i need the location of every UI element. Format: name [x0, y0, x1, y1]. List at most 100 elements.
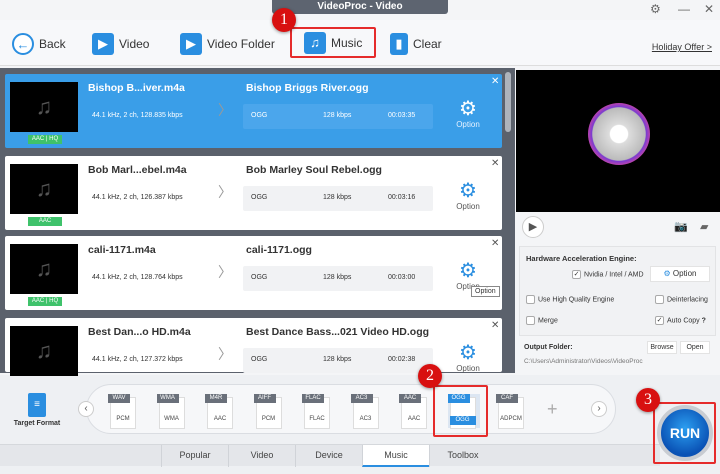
output-details: OGG 128 kbps 00:03:16: [243, 186, 433, 211]
close-button[interactable]: ✕: [704, 2, 714, 16]
remove-item-icon[interactable]: ✕: [491, 158, 499, 169]
target-format-label: Target Format: [13, 420, 61, 427]
tab-music[interactable]: Music: [362, 445, 429, 467]
format-highlight: [433, 385, 488, 437]
high-quality-engine-checkbox[interactable]: Use High Quality Engine: [526, 295, 614, 304]
carousel-prev-button[interactable]: ‹: [78, 401, 94, 417]
checkbox-icon: [655, 295, 664, 304]
file-list-item[interactable]: ♫ AAC | HQ Bishop B...iver.m4a 44.1 kHz, 2 …: [5, 74, 502, 148]
add-video-folder-button[interactable]: ▶ Video Folder: [180, 32, 275, 56]
toolbar: ← Back ▶ Video ▶ Video Folder ♫ Music ▮ Clear: [0, 20, 720, 66]
source-info: 44.1 kHz, 2 ch, 127.372 kbps: [92, 356, 183, 363]
format-tag: CAF: [496, 394, 518, 403]
format-aac[interactable]: AAC AAC: [399, 394, 431, 429]
checkbox-icon: [526, 295, 535, 304]
play-button[interactable]: ▶: [522, 216, 544, 238]
file-list-item[interactable]: ♫ AAC | HQ cali-1171.m4a 44.1 kHz, 2 ch, 12…: [5, 236, 502, 310]
help-icon[interactable]: ?: [702, 317, 706, 324]
add-music-button[interactable]: ♫ Music: [290, 27, 376, 58]
tab-popular[interactable]: Popular: [161, 445, 228, 467]
music-thumbnail-icon: ♫: [10, 244, 78, 294]
video-label: Video: [119, 37, 150, 51]
holiday-offer-link[interactable]: Holiday Offer >: [652, 42, 712, 52]
merge-checkbox[interactable]: Merge: [526, 316, 558, 325]
format-caf[interactable]: CAF ADPCM: [496, 394, 528, 429]
remove-item-icon[interactable]: ✕: [491, 76, 499, 87]
trash-icon: ▮: [390, 33, 408, 55]
file-list-item[interactable]: ♫ AAC Bob Marl...ebel.m4a 44.1 kHz, 2 ch, 1…: [5, 156, 502, 230]
format-tag: FLAC: [302, 394, 324, 403]
deinterlacing-label: Deinterlacing: [667, 296, 708, 304]
format-codec: AC3: [359, 416, 372, 422]
duration: 00:03:16: [388, 194, 416, 201]
format-codec: FLAC: [309, 416, 325, 422]
duration: 00:03:35: [388, 112, 416, 119]
clear-label: Clear: [413, 37, 442, 51]
remove-item-icon[interactable]: ✕: [491, 238, 499, 249]
add-video-button[interactable]: ▶ Video: [92, 32, 149, 56]
codec: OGG: [251, 274, 268, 281]
back-button[interactable]: ← Back: [12, 32, 66, 56]
tab-toolbox[interactable]: Toolbox: [429, 445, 496, 467]
format-codec: WMA: [164, 416, 179, 422]
step-badge-1: 1: [272, 8, 296, 32]
browse-button[interactable]: Browse: [647, 341, 677, 354]
output-filename[interactable]: cali-1171.ogg: [246, 244, 312, 256]
codec-option-button[interactable]: ⚙ Option: [453, 98, 483, 129]
step-badge-2: 2: [418, 364, 442, 388]
format-wav[interactable]: WAV PCM: [108, 394, 140, 429]
videoproc-logo: [588, 103, 650, 165]
add-format-button[interactable]: +: [547, 399, 558, 420]
source-filename: Best Dan...o HD.m4a: [88, 326, 191, 338]
format-codec: PCM: [116, 416, 130, 422]
hw-option-button[interactable]: ⚙ Option: [650, 266, 710, 282]
output-filename[interactable]: Best Dance Bass...021 Video HD.ogg: [246, 326, 429, 338]
format-m4r[interactable]: M4R AAC: [205, 394, 237, 429]
target-format-button[interactable]: ≡ Target Format: [12, 393, 62, 427]
format-codec: AAC: [213, 416, 227, 422]
carousel-next-button[interactable]: ›: [591, 401, 607, 417]
back-arrow-icon: ←: [12, 33, 34, 55]
tab-video[interactable]: Video: [228, 445, 295, 467]
conversion-arrow-icon: 〉: [218, 264, 232, 280]
hardware-acceleration-title: Hardware Acceleration Engine:: [526, 254, 637, 263]
format-wma[interactable]: WMA WMA: [156, 394, 189, 429]
format-flac[interactable]: FLAC FLAC: [302, 394, 334, 429]
auto-copy-checkbox[interactable]: ✓ Auto Copy ?: [655, 316, 706, 325]
option-label: Option: [456, 120, 480, 129]
codec-option-button[interactable]: ⚙ Option: [453, 180, 483, 211]
output-filename[interactable]: Bishop Briggs River.ogg: [246, 82, 369, 94]
clear-button[interactable]: ▮ Clear: [390, 32, 442, 56]
snapshot-icon[interactable]: 📷: [674, 220, 688, 233]
gear-icon: ⚙: [663, 269, 671, 278]
preview-controls: ▶ 📷 ▰: [516, 212, 720, 244]
output-filename[interactable]: Bob Marley Soul Rebel.ogg: [246, 164, 382, 176]
conversion-arrow-icon: 〉: [218, 346, 232, 362]
output-folder-label: Output Folder:: [524, 344, 573, 351]
codec-gear-icon: ⚙: [459, 180, 477, 202]
run-highlight: [653, 402, 716, 464]
remove-item-icon[interactable]: ✕: [491, 320, 499, 331]
format-codec: PCM: [261, 416, 276, 422]
bitrate: 128 kbps: [323, 274, 352, 281]
codec: OGG: [251, 356, 268, 363]
nvidia-checkbox[interactable]: ✓ Nvidia / Intel / AMD: [572, 270, 644, 279]
output-details: OGG 128 kbps 00:03:35: [243, 104, 433, 129]
step-badge-3: 3: [636, 388, 660, 412]
format-aiff[interactable]: AIFF PCM: [253, 394, 286, 429]
open-folder-icon[interactable]: ▰: [700, 220, 708, 233]
open-button[interactable]: Open: [680, 341, 710, 354]
format-ac3[interactable]: AC3 AC3: [350, 394, 383, 429]
minimize-button[interactable]: —: [678, 2, 690, 16]
codec-option-button[interactable]: ⚙ Option: [453, 342, 483, 373]
audio-format-badge: AAC: [28, 217, 62, 226]
tab-device[interactable]: Device: [295, 445, 362, 467]
format-codec: AAC: [407, 416, 421, 422]
bitrate: 128 kbps: [323, 112, 352, 119]
list-scrollbar[interactable]: [505, 72, 511, 132]
nvidia-label: Nvidia / Intel / AMD: [584, 271, 644, 279]
settings-icon[interactable]: ⚙: [650, 2, 661, 16]
source-info: 44.1 kHz, 2 ch, 128.835 kbps: [92, 112, 183, 119]
auto-copy-label: Auto Copy: [667, 317, 700, 325]
deinterlacing-checkbox[interactable]: Deinterlacing: [655, 295, 708, 304]
